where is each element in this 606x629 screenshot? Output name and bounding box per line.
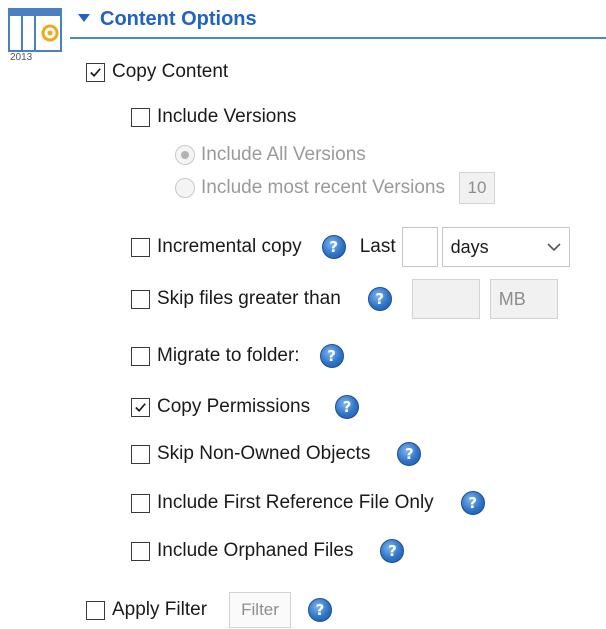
last-label: Last — [359, 236, 396, 257]
recent-versions-count: 10 — [467, 178, 487, 197]
skip-large-size-input[interactable] — [411, 279, 480, 319]
apply-filter-option[interactable]: Apply Filter Filter ? — [86, 591, 333, 629]
first-reference-label: Include First Reference File Only — [157, 492, 434, 513]
section-title: Content Options — [100, 7, 257, 30]
apply-filter-label: Apply Filter — [112, 599, 208, 620]
include-versions-label: Include Versions — [157, 106, 297, 127]
content-options-header[interactable]: Content Options — [78, 2, 257, 36]
migrate-to-folder-option[interactable]: Migrate to folder: ? — [131, 339, 344, 373]
incremental-copy-checkbox[interactable] — [131, 237, 150, 257]
include-recent-versions-option[interactable]: Include most recent Versions 10 — [175, 171, 495, 205]
include-all-versions-option[interactable]: Include All Versions — [175, 138, 366, 172]
skip-large-unit-value: MB — [498, 288, 526, 309]
skip-non-owned-checkbox[interactable] — [131, 444, 150, 464]
skip-large-files-label: Skip files greater than — [157, 288, 341, 309]
incremental-unit-select[interactable]: days — [441, 227, 570, 267]
include-all-versions-radio[interactable] — [175, 145, 195, 165]
copy-content-label: Copy Content — [112, 61, 229, 82]
skip-large-help-icon[interactable]: ? — [367, 287, 392, 311]
apply-filter-checkbox[interactable] — [86, 600, 105, 620]
skip-non-owned-option[interactable]: Skip Non-Owned Objects ? — [131, 437, 422, 471]
recent-versions-count-input[interactable]: 10 — [458, 172, 495, 204]
first-reference-help-icon[interactable]: ? — [460, 491, 485, 515]
migrate-to-folder-checkbox[interactable] — [131, 346, 150, 366]
include-versions-option[interactable]: Include Versions — [131, 100, 296, 134]
copy-content-checkbox[interactable] — [86, 62, 105, 82]
copy-permissions-option[interactable]: Copy Permissions ? — [131, 390, 360, 424]
incremental-unit-value: days — [450, 236, 489, 257]
copy-content-option[interactable]: Copy Content — [86, 55, 228, 89]
first-reference-checkbox[interactable] — [131, 493, 150, 513]
skip-large-unit-select[interactable]: MB — [489, 279, 558, 319]
migrate-folder-help-icon[interactable]: ? — [319, 344, 344, 368]
migrate-to-folder-label: Migrate to folder: — [157, 345, 300, 366]
copy-permissions-checkbox[interactable] — [131, 397, 150, 417]
filter-button[interactable]: Filter — [229, 592, 292, 628]
collapse-triangle-icon[interactable] — [78, 14, 90, 24]
orphaned-files-checkbox[interactable] — [131, 541, 150, 561]
include-recent-versions-label: Include most recent Versions — [201, 177, 445, 198]
skip-non-owned-help-icon[interactable]: ? — [397, 442, 422, 466]
skip-large-files-checkbox[interactable] — [131, 289, 150, 309]
year-label: 2013 — [10, 52, 33, 63]
filter-button-label: Filter — [241, 600, 279, 619]
incremental-copy-label: Incremental copy — [157, 236, 302, 257]
skip-non-owned-label: Skip Non-Owned Objects — [157, 443, 371, 464]
calendar-2013-icon: 2013 — [8, 8, 68, 66]
include-all-versions-label: Include All Versions — [201, 144, 366, 165]
skip-large-files-option[interactable]: Skip files greater than ? MB — [131, 279, 558, 319]
first-reference-option[interactable]: Include First Reference File Only ? — [131, 486, 485, 520]
header-underline — [70, 37, 606, 39]
copy-permissions-help-icon[interactable]: ? — [335, 395, 360, 419]
chevron-down-icon — [547, 237, 561, 257]
include-recent-versions-radio[interactable] — [175, 178, 195, 198]
apply-filter-help-icon[interactable]: ? — [308, 598, 333, 622]
incremental-help-icon[interactable]: ? — [321, 235, 346, 259]
orphaned-files-help-icon[interactable]: ? — [380, 539, 405, 563]
orphaned-files-option[interactable]: Include Orphaned Files ? — [131, 534, 405, 568]
include-versions-checkbox[interactable] — [131, 107, 150, 127]
incremental-days-input[interactable] — [401, 227, 438, 267]
copy-permissions-label: Copy Permissions — [157, 396, 311, 417]
orphaned-files-label: Include Orphaned Files — [157, 540, 354, 561]
incremental-copy-option[interactable]: Incremental copy ? Last days — [131, 227, 570, 267]
